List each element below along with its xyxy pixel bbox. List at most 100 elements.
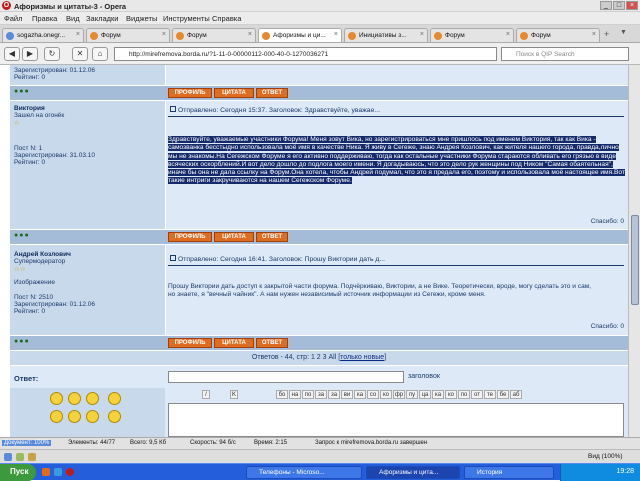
zoom-level[interactable]: Вид (100%) — [588, 453, 623, 460]
close-tab-icon[interactable]: × — [76, 31, 80, 38]
post-cell: Отправлено: Сегодня 16:41. Заголовок: Пр… — [166, 245, 628, 335]
menu-file[interactable]: Файл — [4, 14, 22, 23]
author-status: Супермодератор — [14, 258, 66, 265]
format-button[interactable]: по — [302, 390, 314, 399]
quicklaunch-icon[interactable] — [42, 468, 50, 476]
tab-forum-3[interactable]: Форум × — [430, 28, 514, 42]
smiley-icon[interactable] — [86, 392, 99, 405]
menu-help[interactable]: Справка — [212, 14, 241, 23]
tab-forum-2[interactable]: Форум × — [172, 28, 256, 42]
quicklaunch-icon[interactable] — [66, 468, 74, 476]
smiley-icon[interactable] — [50, 392, 63, 405]
panel-icon[interactable] — [28, 453, 36, 461]
author-name[interactable]: Андрей Козлович — [14, 251, 161, 258]
quicklaunch-icon[interactable] — [54, 468, 62, 476]
format-button[interactable]: на — [289, 390, 301, 399]
scrollbar-thumb[interactable] — [631, 215, 639, 305]
profile-button[interactable]: ПРОФИЛЬ — [168, 338, 212, 348]
search-field[interactable]: Поиск в QIP Search — [501, 47, 629, 61]
tab-label: Инициативы з... — [359, 32, 407, 39]
stop-button[interactable]: ✕ — [72, 47, 88, 61]
post-body[interactable]: Здравствуйте, уважаемые участники Форума… — [168, 136, 626, 186]
menu-tools[interactable]: Инструменты — [163, 14, 210, 23]
format-button[interactable]: ца — [419, 390, 431, 399]
menu-widgets[interactable]: Виджеты — [126, 14, 157, 23]
format-bold-button[interactable]: K — [230, 390, 238, 399]
smiley-icon[interactable] — [86, 410, 99, 423]
close-tab-icon[interactable]: × — [248, 31, 252, 38]
format-button[interactable]: ка — [432, 390, 444, 399]
minimize-button[interactable]: _ — [600, 1, 612, 10]
smiley-icon[interactable] — [108, 392, 121, 405]
author-name[interactable]: Виктория — [14, 105, 161, 112]
home-button[interactable]: ⌂ — [92, 47, 108, 61]
quote-button[interactable]: ЦИТАТА — [214, 338, 254, 348]
format-button[interactable]: за — [315, 390, 327, 399]
quote-button[interactable]: ЦИТАТА — [214, 232, 254, 242]
pagination: Ответов - 44, стр: 1 2 3 All [только нов… — [10, 351, 628, 365]
smiley-icon[interactable] — [68, 410, 81, 423]
close-tab-icon[interactable]: × — [592, 31, 596, 38]
format-button[interactable]: бо — [276, 390, 288, 399]
tab-aphorisms[interactable]: Афоризмы и ци... × — [258, 28, 342, 42]
reload-button[interactable]: ↻ — [44, 47, 60, 61]
close-tab-icon[interactable]: × — [506, 31, 510, 38]
format-button[interactable]: аб — [510, 390, 522, 399]
format-button[interactable]: за — [328, 390, 340, 399]
tab-forum-4[interactable]: Форум × — [516, 28, 600, 42]
reply-button[interactable]: ОТВЕТ — [256, 338, 288, 348]
format-button[interactable]: ко — [380, 390, 392, 399]
close-window-button[interactable]: × — [626, 1, 638, 10]
title-input[interactable] — [168, 371, 404, 383]
format-button[interactable]: по — [458, 390, 470, 399]
back-button[interactable]: ◀ — [4, 47, 20, 61]
system-tray: 19:28 — [560, 464, 640, 481]
format-button[interactable]: от — [471, 390, 483, 399]
pagination-text[interactable]: Ответов - 44, стр: 1 2 3 All — [252, 354, 336, 361]
start-button[interactable]: Пуск — [0, 464, 36, 481]
reply-button[interactable]: ОТВЕТ — [256, 232, 288, 242]
format-button[interactable]: пу — [406, 390, 418, 399]
smiley-icon[interactable] — [68, 392, 81, 405]
menu-view[interactable]: Вид — [66, 14, 80, 23]
format-button[interactable]: ка — [354, 390, 366, 399]
profile-button[interactable]: ПРОФИЛЬ — [168, 232, 212, 242]
taskbar-item-history[interactable]: История — [464, 466, 554, 479]
format-button[interactable]: те — [484, 390, 496, 399]
taskbar-item-opera[interactable]: Афоризмы и цита... — [366, 466, 460, 479]
menu-bookmarks[interactable]: Закладки — [86, 14, 118, 23]
panel-icon[interactable] — [16, 453, 24, 461]
smiley-icon[interactable] — [50, 410, 63, 423]
window-title: Афоризмы и цитаты-3 - Opera — [14, 2, 127, 11]
format-button[interactable]: ко — [445, 390, 457, 399]
format-italic-button[interactable]: / — [202, 390, 210, 399]
post-count: Пост N: 1 — [14, 145, 43, 152]
menu-edit[interactable]: Правка — [32, 14, 57, 23]
forward-button[interactable]: ▶ — [22, 47, 38, 61]
reply-button[interactable]: ОТВЕТ — [256, 88, 288, 98]
close-tab-icon[interactable]: × — [162, 31, 166, 38]
tab-list-icon[interactable]: ▼ — [620, 29, 627, 36]
tab-forum-1[interactable]: Форум × — [86, 28, 170, 42]
new-tab-button[interactable]: + — [604, 29, 609, 39]
format-button[interactable]: фр — [393, 390, 405, 399]
panel-icon[interactable] — [4, 453, 12, 461]
format-button[interactable]: бе — [497, 390, 509, 399]
maximize-button[interactable]: □ — [613, 1, 625, 10]
format-button[interactable]: со — [367, 390, 379, 399]
page-scrollbar[interactable] — [628, 65, 640, 437]
close-tab-icon[interactable]: × — [420, 31, 424, 38]
tab-sogazha[interactable]: sogazha.onegr... × — [2, 28, 84, 42]
smiley-icon[interactable] — [108, 410, 121, 423]
quote-button[interactable]: ЦИТАТА — [214, 88, 254, 98]
tab-label: Форум — [101, 32, 121, 39]
format-button[interactable]: ви — [341, 390, 353, 399]
message-textarea[interactable] — [168, 403, 624, 437]
only-new-link[interactable]: только новые — [340, 354, 384, 361]
profile-button[interactable]: ПРОФИЛЬ — [168, 88, 212, 98]
tab-initiatives[interactable]: Инициативы з... × — [344, 28, 428, 42]
close-tab-icon[interactable]: × — [334, 31, 338, 38]
avatar-placeholder: Изображение — [14, 279, 55, 286]
taskbar-item-phones[interactable]: Телефоны - Microso... — [246, 466, 362, 479]
url-field[interactable]: http://mirefremova.borda.ru/?1-11-0-0000… — [114, 47, 497, 61]
